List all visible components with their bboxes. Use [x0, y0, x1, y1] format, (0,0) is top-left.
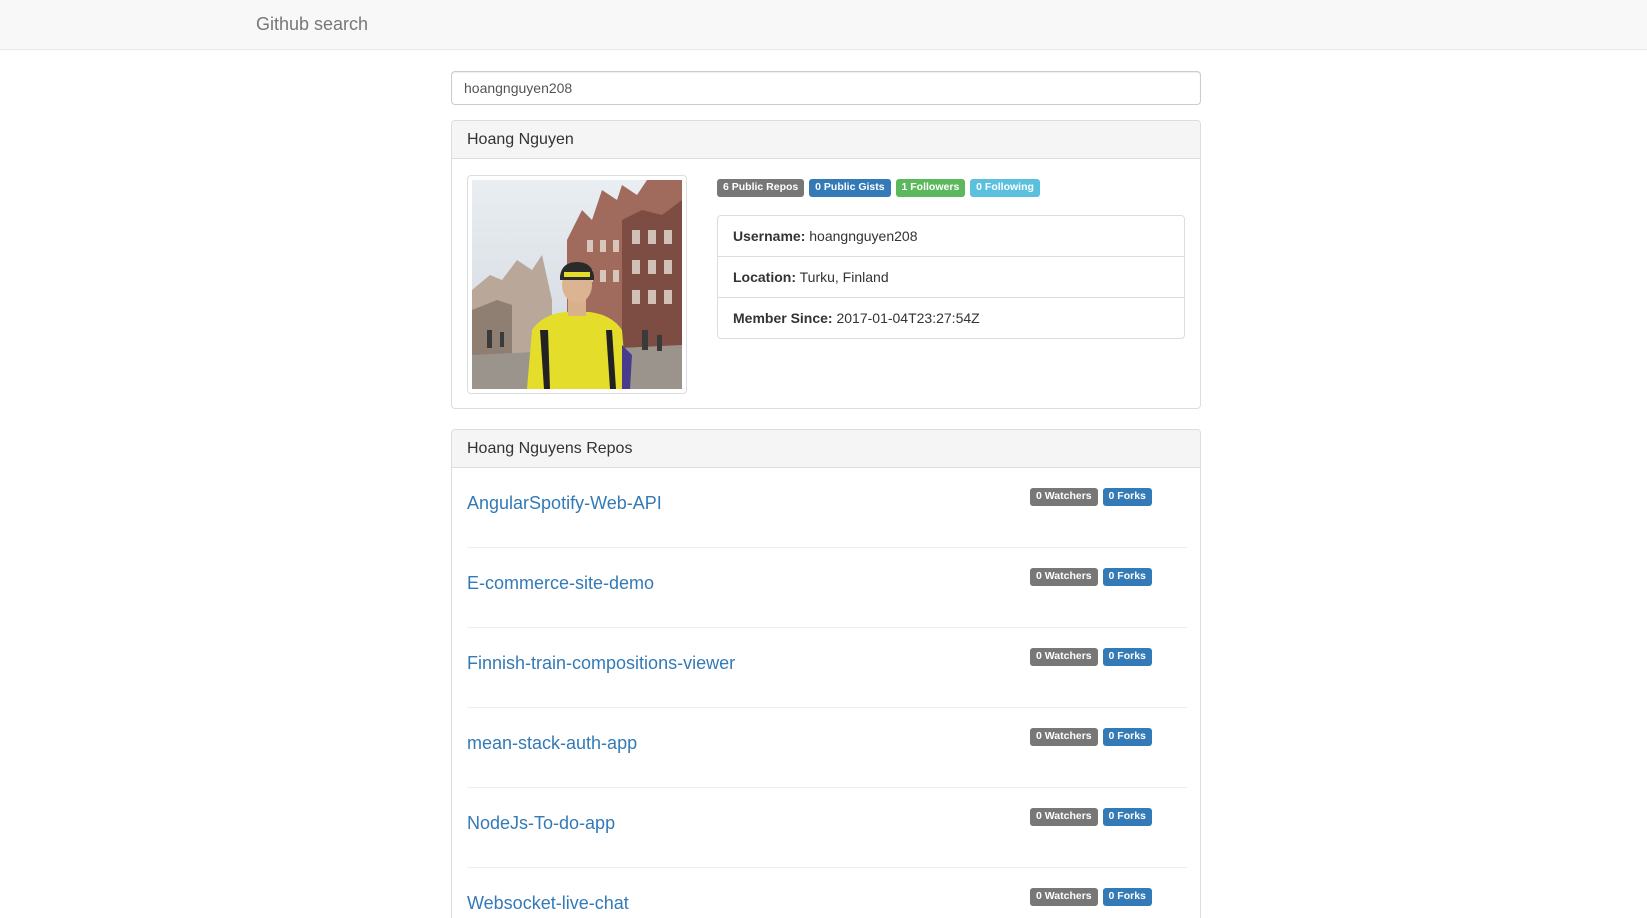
forks-badge: 0 Forks	[1102, 808, 1152, 826]
repo-badges: 0 Watchers 0 Forks	[1030, 806, 1153, 826]
watchers-badge: 0 Watchers	[1030, 808, 1098, 826]
repo-row: Finnish-train-compositions-viewer 0 Watc…	[467, 628, 1187, 708]
forks-badge: 0 Forks	[1102, 728, 1152, 746]
avatar	[467, 175, 687, 394]
forks-badge: 0 Forks	[1102, 888, 1152, 906]
repos-heading: Hoang Nguyens Repos	[452, 430, 1200, 468]
forks-badge: 0 Forks	[1102, 648, 1152, 666]
repo-row: NodeJs-To-do-app 0 Watchers 0 Forks	[467, 788, 1187, 868]
repos-panel: Hoang Nguyens Repos AngularSpotify-Web-A…	[451, 429, 1201, 918]
watchers-badge: 0 Watchers	[1030, 488, 1098, 506]
profile-stats-badges: 6 Public Repos 0 Public Gists 1 Follower…	[717, 177, 1041, 197]
forks-badge: 0 Forks	[1102, 488, 1152, 506]
member-since-label: Member Since:	[733, 310, 833, 326]
repo-badges: 0 Watchers 0 Forks	[1030, 486, 1153, 506]
forks-badge: 0 Forks	[1102, 568, 1152, 586]
member-since-value: 2017-01-04T23:27:54Z	[836, 310, 980, 326]
watchers-badge: 0 Watchers	[1030, 648, 1098, 666]
navbar-brand[interactable]: Github search	[256, 14, 368, 34]
repo-link[interactable]: NodeJs-To-do-app	[467, 812, 615, 834]
member-since-row: Member Since: 2017-01-04T23:27:54Z	[718, 298, 1184, 338]
profile-name-heading: Hoang Nguyen	[452, 121, 1200, 159]
repo-link[interactable]: Websocket-live-chat	[467, 892, 629, 914]
repo-link[interactable]: Finnish-train-compositions-viewer	[467, 652, 735, 674]
repo-link[interactable]: AngularSpotify-Web-API	[467, 492, 662, 514]
avatar-photo	[472, 180, 682, 389]
public-gists-badge: 0 Public Gists	[809, 179, 891, 197]
repo-link[interactable]: mean-stack-auth-app	[467, 732, 637, 754]
repo-link[interactable]: E-commerce-site-demo	[467, 572, 654, 594]
location-label: Location:	[733, 269, 796, 285]
watchers-badge: 0 Watchers	[1030, 888, 1098, 906]
repo-badges: 0 Watchers 0 Forks	[1030, 726, 1153, 746]
repo-badges: 0 Watchers 0 Forks	[1030, 646, 1153, 666]
following-badge: 0 Following	[970, 179, 1040, 197]
repo-badges: 0 Watchers 0 Forks	[1030, 566, 1153, 586]
repo-badges: 0 Watchers 0 Forks	[1030, 886, 1153, 906]
location-row: Location: Turku, Finland	[718, 257, 1184, 298]
navbar: Github search	[0, 0, 1647, 50]
repo-row: Websocket-live-chat 0 Watchers 0 Forks	[467, 868, 1187, 918]
search-input[interactable]	[451, 71, 1201, 105]
profile-panel: Hoang Nguyen 6 Public Repos 0 Public Gis…	[451, 120, 1201, 409]
location-value: Turku, Finland	[799, 269, 889, 285]
watchers-badge: 0 Watchers	[1030, 568, 1098, 586]
username-row: Username: hoangnguyen208	[718, 216, 1184, 257]
repo-row: E-commerce-site-demo 0 Watchers 0 Forks	[467, 548, 1187, 628]
public-repos-badge: 6 Public Repos	[717, 179, 805, 197]
watchers-badge: 0 Watchers	[1030, 728, 1098, 746]
followers-badge: 1 Followers	[895, 179, 966, 197]
profile-details-list: Username: hoangnguyen208 Location: Turku…	[717, 215, 1185, 339]
repo-row: AngularSpotify-Web-API 0 Watchers 0 Fork…	[467, 468, 1187, 548]
username-value: hoangnguyen208	[809, 228, 918, 244]
username-label: Username:	[733, 228, 806, 244]
repo-row: mean-stack-auth-app 0 Watchers 0 Forks	[467, 708, 1187, 788]
